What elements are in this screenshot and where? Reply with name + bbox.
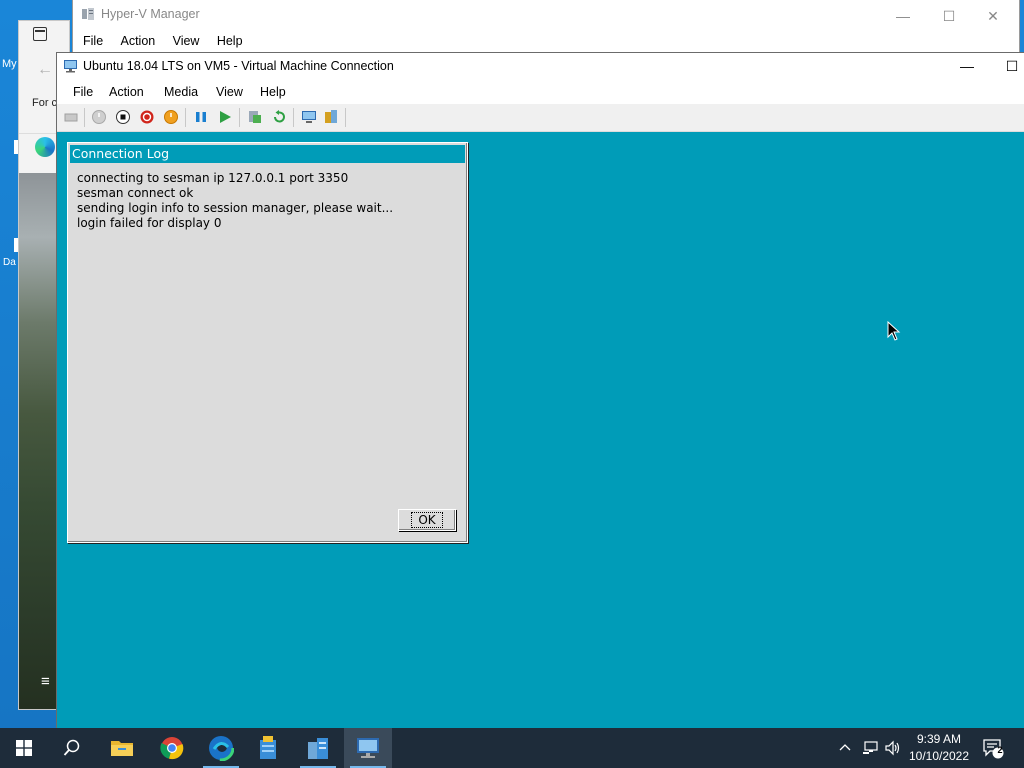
maximize-button[interactable]: ☐ [935,5,963,27]
back-arrow-icon[interactable]: ← [37,61,53,79]
action-center-button[interactable]: 2 [982,728,1004,768]
vm-connection-icon [357,738,379,758]
network-icon[interactable] [862,740,880,756]
server-manager-button[interactable] [244,728,292,768]
edge-logo-icon [35,137,55,157]
chrome-icon [160,737,184,760]
volume-icon[interactable] [884,740,902,756]
share-icon[interactable] [323,109,339,125]
menu-help[interactable]: Help [260,85,286,99]
hyperv-manager-button[interactable] [294,728,342,768]
start-icon[interactable] [91,109,107,125]
vm-connection-button[interactable] [344,728,392,768]
toolbar-separator [84,108,85,127]
toolbar-separator [185,108,186,127]
enhanced-session-icon[interactable] [301,109,317,125]
title-bar[interactable]: Ubuntu 18.04 LTS on VM5 - Virtual Machin… [57,53,1024,80]
vm-connection-window[interactable]: Ubuntu 18.04 LTS on VM5 - Virtual Machin… [56,52,1024,730]
system-tray [838,728,852,768]
clock-time: 9:39 AM [916,732,962,746]
log-line: connecting to sesman ip 127.0.0.1 port 3… [77,171,349,185]
menu-action[interactable]: Action [109,85,144,99]
desktop-label-my: My [2,58,17,70]
chevron-up-icon[interactable] [838,741,852,755]
edge-icon [208,735,234,761]
hyperv-manager-icon [82,8,94,20]
menu-bar: File Action Media View Help [57,80,1024,104]
file-explorer-button[interactable] [98,728,146,768]
log-line: sending login info to session manager, p… [77,201,394,215]
vm-connection-icon [64,60,77,73]
minimize-button[interactable]: — [953,56,981,76]
ctrl-alt-del-icon[interactable] [63,109,79,125]
menu-bar: File Action View Help [83,34,257,48]
close-button[interactable]: ✕ [979,5,1007,27]
revert-icon[interactable] [271,109,287,125]
page-text-partial: For c [32,97,58,109]
vm-screen[interactable]: Connection Log connecting to sesman ip 1… [57,132,1024,729]
windows-logo-icon [16,740,32,756]
menu-view[interactable]: View [173,34,200,48]
search-button[interactable] [48,728,96,768]
clock[interactable]: 9:39 AM 10/10/2022 [904,731,974,765]
pause-icon[interactable] [193,109,209,125]
save-state-icon[interactable] [163,109,179,125]
server-manager-icon [260,736,276,759]
turn-off-icon[interactable] [115,109,131,125]
ok-label: OK [411,512,443,528]
menu-file[interactable]: File [83,34,103,48]
log-line: login failed for display 0 [77,216,222,230]
window-title: Ubuntu 18.04 LTS on VM5 - Virtual Machin… [83,59,394,73]
menu-media[interactable]: Media [164,85,198,99]
resume-icon[interactable] [217,109,233,125]
checkpoint-icon[interactable] [247,109,263,125]
clock-date: 10/10/2022 [908,749,970,763]
connection-log-dialog[interactable]: Connection Log connecting to sesman ip 1… [67,142,468,543]
minimize-button[interactable]: — [889,5,917,27]
mouse-cursor-icon [887,321,901,341]
ok-button[interactable]: OK [398,509,456,531]
tab-actions-icon-bar [35,30,45,32]
menu-help[interactable]: Help [217,34,243,48]
maximize-button[interactable]: ☐ [998,56,1024,76]
edge-button[interactable] [197,728,245,768]
toolbar-separator [239,108,240,127]
log-text: connecting to sesman ip 127.0.0.1 port 3… [77,171,393,231]
taskbar: 9:39 AM 10/10/2022 2 [0,728,1024,768]
log-line: sesman connect ok [77,186,194,200]
chrome-button[interactable] [148,728,196,768]
shutdown-icon[interactable] [139,109,155,125]
window-title: Hyper-V Manager [101,7,200,21]
toolbar-separator [293,108,294,127]
desktop-label-da: Da [3,257,16,268]
menu-icon[interactable]: ≡ [41,673,50,690]
menu-file[interactable]: File [73,85,93,99]
hyperv-manager-icon [308,738,328,759]
tray-icons [862,728,880,768]
toolbar [57,104,1024,132]
file-explorer-icon [111,741,133,756]
menu-view[interactable]: View [216,85,243,99]
start-button[interactable] [0,728,48,768]
search-icon [63,739,80,756]
notification-count: 2 [997,745,1003,755]
menu-action[interactable]: Action [121,34,156,48]
toolbar-separator [345,108,346,127]
dialog-title[interactable]: Connection Log [70,145,465,163]
tray-volume [884,728,902,768]
